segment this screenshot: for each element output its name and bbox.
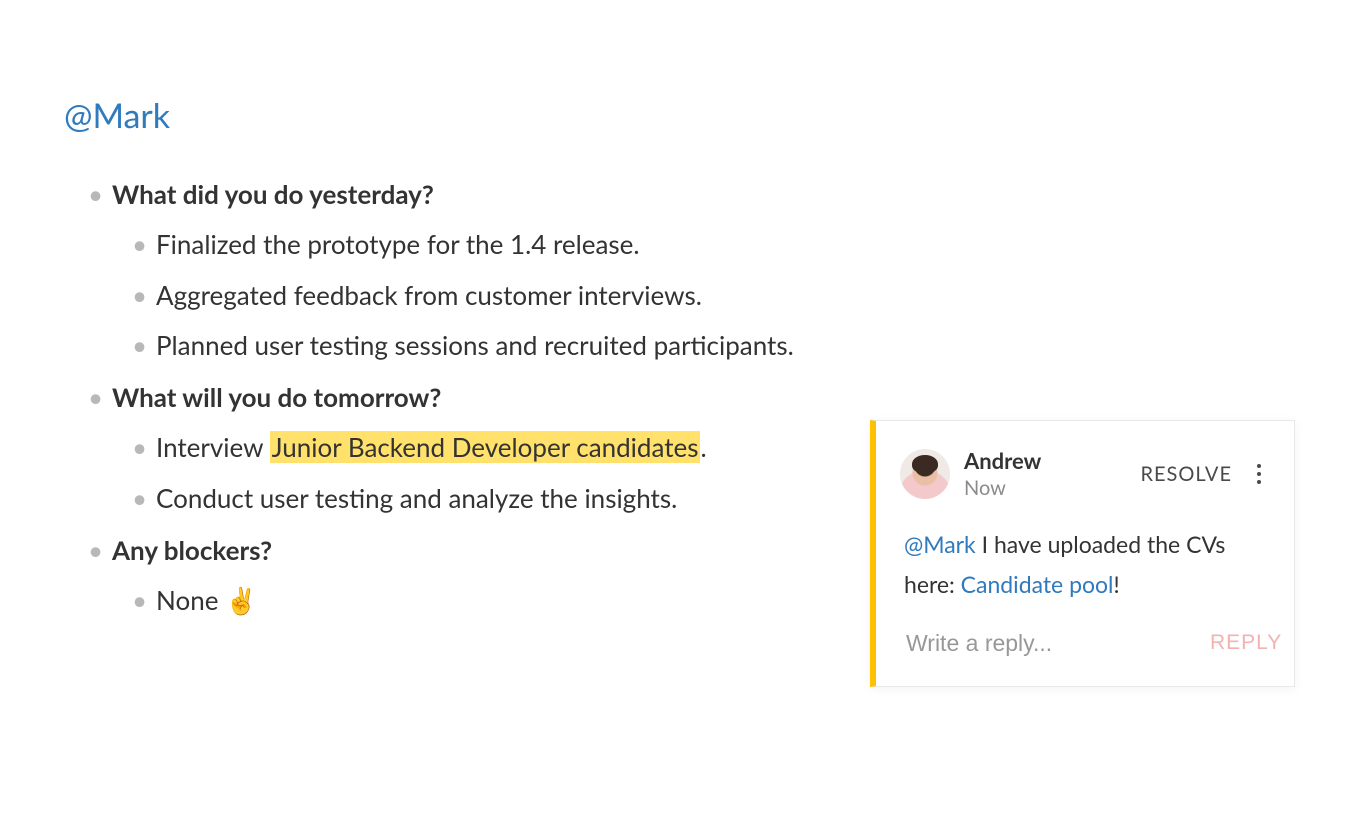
list-item: Aggregated feedback from customer interv… bbox=[136, 275, 816, 315]
author-name: Andrew bbox=[964, 447, 1140, 474]
list-item: Planned user testing sessions and recrui… bbox=[136, 325, 816, 365]
section-title: What did you do yesterday? bbox=[112, 178, 434, 210]
comment-footer: REPLY bbox=[876, 609, 1294, 686]
reply-input[interactable] bbox=[904, 629, 1204, 658]
comment-time: Now bbox=[964, 476, 1140, 500]
list-item: None ✌️ bbox=[136, 580, 816, 620]
comment-header: Andrew Now RESOLVE bbox=[876, 421, 1294, 500]
reply-button[interactable]: REPLY bbox=[1204, 630, 1288, 656]
section-blockers: Any blockers? None ✌️ bbox=[92, 530, 816, 621]
mention-title[interactable]: @Mark bbox=[64, 95, 816, 136]
avatar[interactable] bbox=[900, 449, 950, 499]
comment-card: Andrew Now RESOLVE @Mark I have uploaded… bbox=[870, 420, 1295, 687]
list-item: Conduct user testing and analyze the ins… bbox=[136, 478, 816, 518]
tomorrow-items: Interview Junior Backend Developer candi… bbox=[136, 427, 816, 518]
standup-note: @Mark What did you do yesterday? Finaliz… bbox=[0, 0, 880, 621]
list-item-interview: Interview Junior Backend Developer candi… bbox=[136, 427, 816, 467]
list-item: Finalized the prototype for the 1.4 rele… bbox=[136, 224, 816, 264]
text-suffix: . bbox=[700, 431, 706, 463]
section-title: Any blockers? bbox=[112, 534, 272, 566]
text-prefix: Interview bbox=[156, 431, 270, 463]
standup-list: What did you do yesterday? Finalized the… bbox=[92, 174, 816, 621]
comment-mention[interactable]: @Mark bbox=[904, 530, 976, 558]
author-block: Andrew Now bbox=[964, 447, 1140, 500]
comment-link[interactable]: Candidate pool bbox=[961, 570, 1114, 598]
highlighted-text[interactable]: Junior Backend Developer candidates bbox=[270, 431, 701, 463]
section-title: What will you do tomorrow? bbox=[112, 381, 441, 413]
blockers-items: None ✌️ bbox=[136, 580, 816, 620]
comment-text: ! bbox=[1113, 570, 1119, 598]
section-yesterday: What did you do yesterday? Finalized the… bbox=[92, 174, 816, 365]
section-tomorrow: What will you do tomorrow? Interview Jun… bbox=[92, 377, 816, 518]
more-options-icon[interactable] bbox=[1248, 460, 1270, 488]
resolve-button[interactable]: RESOLVE bbox=[1140, 462, 1232, 486]
yesterday-items: Finalized the prototype for the 1.4 rele… bbox=[136, 224, 816, 365]
comment-body: @Mark I have uploaded the CVs here: Cand… bbox=[876, 500, 1294, 609]
